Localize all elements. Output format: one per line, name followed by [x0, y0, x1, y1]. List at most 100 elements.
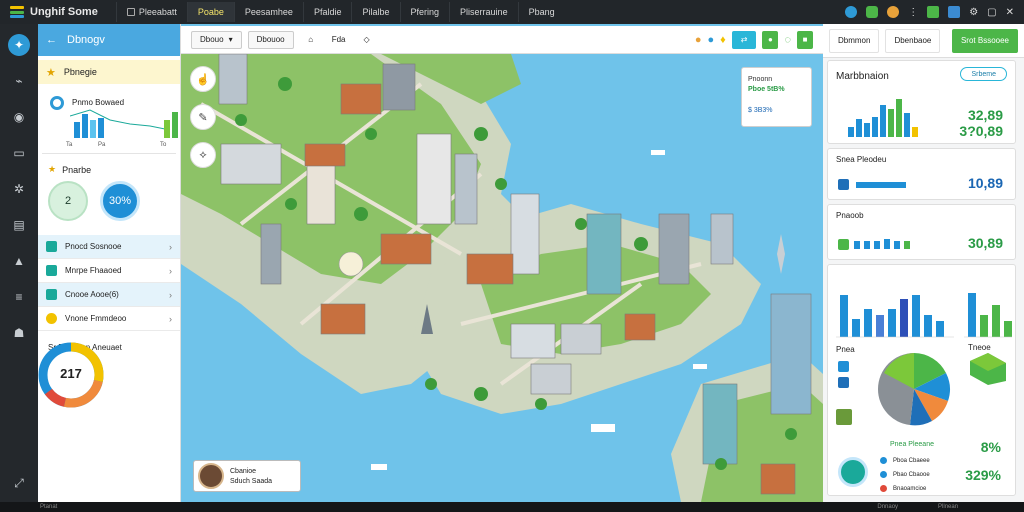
tab-2[interactable]: Poabe [186, 2, 234, 22]
tab-label: Pbang [528, 7, 555, 17]
metric-card-3[interactable]: Pnaoob 30,89 [827, 204, 1016, 260]
sidebar-highlight-item[interactable]: ★ Pbnegie [38, 60, 180, 84]
measure-icon[interactable]: ⟡ [190, 142, 216, 168]
apps-icon[interactable] [866, 6, 879, 18]
metric-value: 3?0,89 [959, 123, 1003, 139]
tab-8[interactable]: Pbang [517, 2, 565, 22]
pie-chart [877, 353, 950, 426]
card-title: Marbbnaion [836, 71, 889, 82]
status-item: Pllnean [938, 504, 959, 510]
tab-1[interactable]: Pleeabatt [115, 2, 187, 22]
chart-icon[interactable]: ⌁ [8, 70, 30, 92]
map-card-sub: $ 3B3% [748, 107, 773, 114]
legend-swatch [880, 457, 887, 464]
sidebar-chart-card[interactable]: Pnmo Bowaed Ta Pa To [42, 88, 178, 154]
bell-icon[interactable]: ▲ [8, 250, 30, 272]
stat-circle[interactable]: 2 [48, 181, 88, 221]
map-info-card[interactable]: Pnoonn Pboe 5tB% $ 3B3% [741, 67, 812, 127]
palette-icon[interactable] [887, 6, 900, 18]
stat-circle[interactable]: 30% [100, 181, 140, 221]
legend-item: Pbao Cbaooe [880, 471, 930, 478]
panel-tab[interactable]: Dbenbaoe [885, 28, 941, 53]
metric-card-2[interactable]: Snea Pleodeu 10,89 [827, 148, 1016, 200]
panel-tab[interactable]: Dbmmon [829, 28, 880, 53]
sync-icon[interactable]: ◌ [784, 34, 791, 46]
pin-icon[interactable]: ♦ [720, 34, 726, 46]
metric-value: 32,89 [967, 107, 1003, 123]
tab-label: Pfaldie [313, 7, 342, 17]
filter-button[interactable]: Fda [328, 31, 350, 49]
close-icon[interactable]: ✕ [1006, 7, 1014, 18]
add-button[interactable]: ■ [797, 30, 813, 49]
app-logo-icon [10, 6, 24, 18]
cube-chart-icon [970, 353, 1006, 385]
sidebar-item[interactable]: Mnrpe Fhaaoed › [38, 259, 180, 283]
city-map[interactable] [181, 24, 823, 502]
top-right-icons: ⋮ ⚙ ▢ ✕ [845, 6, 1024, 18]
tab-label: Poabe [197, 7, 224, 17]
metric-card-1[interactable]: Marbbnaion Srbeme 32,89 3?0,89 [827, 60, 1016, 144]
draw-icon[interactable]: ✎ [190, 104, 216, 130]
left-rail: ✦ ⌁ ◉ ▭ ✲ ▤ ▲ ≡ ☗ ⤢ [0, 24, 38, 502]
window-icon[interactable]: ▢ [987, 7, 996, 18]
status-item: Dnnaoy [877, 504, 899, 510]
share-icon[interactable] [948, 6, 961, 18]
lightbulb-icon[interactable]: ● [695, 34, 702, 46]
folder-icon[interactable]: ▭ [8, 142, 30, 164]
star-icon: ★ [46, 66, 56, 79]
globe-icon[interactable]: ◉ [8, 106, 30, 128]
checkbox[interactable] [838, 377, 849, 388]
expand-icon[interactable]: ⤢ [8, 472, 30, 494]
map-card-value: Pboe 5tB% [748, 86, 785, 93]
item-icon [46, 313, 57, 324]
tab-4[interactable]: Pfaldie [302, 2, 352, 22]
shield-button[interactable]: ● [762, 30, 779, 49]
avatar [198, 463, 224, 489]
pointer-icon[interactable]: ☝ [190, 66, 216, 92]
sidebar-section: ★ Pnarbe [38, 156, 180, 177]
sidebar-item-label: Mnrpe Fhaaoed [65, 266, 122, 275]
checkbox[interactable] [838, 361, 849, 372]
tab-3[interactable]: Peesamhee [233, 2, 303, 22]
checkbox[interactable] [838, 179, 849, 190]
settings-icon[interactable]: ⚙ [969, 7, 978, 18]
pie-label: Pnea Pleeane [890, 441, 934, 448]
stat-value: 8% [980, 439, 1001, 455]
users-icon[interactable]: ☗ [8, 322, 30, 344]
checkbox[interactable] [838, 239, 849, 250]
user-profile-card[interactable]: Cbanioe Sduch Saada [193, 460, 301, 492]
calendar-icon[interactable]: ▤ [8, 214, 30, 236]
metric-value: 10,89 [967, 175, 1003, 191]
axis-tick: Ta [66, 142, 73, 148]
tab-7[interactable]: Pliserrauine [449, 2, 518, 22]
period-pill[interactable]: Srbeme [960, 67, 1007, 81]
tab-6[interactable]: Pfering [399, 2, 450, 22]
profile-subtitle: Sduch Saada [230, 477, 273, 485]
metric-card-4[interactable]: Pnea Pnea Pleeane Tneoe 8% 329% Pboa Cba… [827, 264, 1016, 496]
more-icon[interactable]: ⋮ [908, 7, 918, 18]
layers-icon[interactable]: ⌂ [300, 31, 322, 49]
sidebar-item[interactable]: Cnooe Aooe(6) › [38, 283, 180, 307]
shield-icon[interactable]: ◇ [356, 31, 378, 49]
document-icon[interactable] [927, 6, 940, 18]
info-icon[interactable]: ● [707, 34, 714, 46]
tab-5[interactable]: Pilalbe [351, 2, 399, 22]
back-arrow-icon[interactable]: ← [46, 34, 57, 46]
map-mode-dropdown[interactable]: Dbouo ▾ [191, 30, 242, 49]
map-toolbar-right: ● ● ♦ ⇄ ● ◌ ■ [695, 30, 813, 49]
chevron-right-icon: › [169, 241, 172, 252]
map-action-button[interactable]: Dbouoo [247, 30, 294, 49]
tab-label: Pfering [410, 7, 440, 17]
tab-label: Peesamhee [244, 7, 293, 17]
card-title: Snea Pleodeu [836, 155, 887, 164]
sidebar-item[interactable]: Pnocd Sosnooe › [38, 235, 180, 259]
legend-label: Pbao Cbaooe [893, 471, 930, 478]
primary-action-button[interactable]: Srot Bssooee [951, 28, 1018, 53]
list-icon[interactable]: ≡ [8, 286, 30, 308]
globe-icon[interactable] [845, 6, 858, 18]
mini-chart [70, 109, 178, 138]
home-icon[interactable]: ✦ [8, 34, 30, 56]
gear-icon[interactable]: ✲ [8, 178, 30, 200]
toggle-button[interactable]: ⇄ [731, 30, 757, 49]
sidebar-item[interactable]: Vnone Fmmdeoo › [38, 307, 180, 331]
